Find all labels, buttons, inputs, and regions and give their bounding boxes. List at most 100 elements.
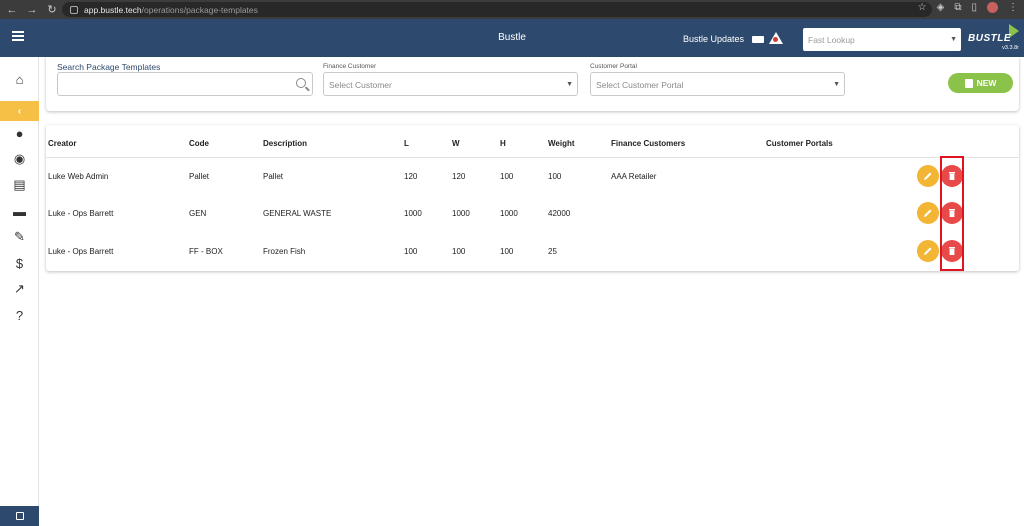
cell-weight: 100 bbox=[548, 172, 562, 181]
cell-creator: Luke - Ops Barrett bbox=[48, 209, 114, 218]
sidebar-item-users[interactable]: ● bbox=[0, 122, 39, 144]
sidebar: ⌂ ‹ ● ◉ ▤ ▬ ✎ $ ↗ ? bbox=[0, 57, 39, 526]
help-icon: ? bbox=[15, 307, 24, 323]
reload-icon[interactable]: ↻ bbox=[46, 3, 58, 16]
search-label: Search Package Templates bbox=[57, 62, 161, 72]
chevron-down-icon[interactable]: ▼ bbox=[950, 36, 957, 43]
cell-h: 1000 bbox=[500, 209, 518, 218]
customer-portal-label: Customer Portal bbox=[590, 63, 637, 70]
cell-l: 1000 bbox=[404, 209, 422, 218]
cell-finance-customers: AAA Retailer bbox=[611, 172, 657, 181]
user-icon: ● bbox=[15, 125, 24, 141]
cell-description: GENERAL WASTE bbox=[263, 209, 332, 218]
sidebar-item-tools[interactable]: ✎ bbox=[0, 226, 39, 248]
updates-label: Bustle Updates bbox=[683, 34, 745, 44]
logo-text: BUSTLE bbox=[968, 33, 1011, 44]
column-header-finance-customers[interactable]: Finance Customers bbox=[611, 139, 685, 148]
new-button-label: NEW bbox=[976, 78, 997, 88]
url-host: app.bustle.tech bbox=[84, 4, 142, 15]
finance-customer-label: Finance Customer bbox=[323, 63, 377, 70]
app-header: Bustle Bustle Updates Fast Lookup ▼ BUST… bbox=[0, 19, 1024, 57]
cell-description: Frozen Fish bbox=[263, 247, 306, 256]
sidebar-collapse-button[interactable]: ‹ bbox=[0, 101, 39, 121]
sidebar-item-reports[interactable]: ↗ bbox=[0, 278, 39, 300]
search-input[interactable] bbox=[57, 72, 313, 96]
alert-badge bbox=[773, 37, 778, 42]
cell-w: 120 bbox=[452, 172, 466, 181]
collapse-chevron-icon: ‹ bbox=[17, 105, 22, 117]
cell-h: 100 bbox=[500, 247, 514, 256]
cell-weight: 42000 bbox=[548, 209, 571, 218]
delete-column-highlight bbox=[940, 156, 964, 271]
browser-chrome: ← → ↻ app.bustle.tech/operations/package… bbox=[0, 0, 1024, 19]
cell-creator: Luke Web Admin bbox=[48, 172, 109, 181]
pencil-icon bbox=[924, 247, 932, 255]
document-icon bbox=[964, 78, 973, 88]
url-path: /operations/package-templates bbox=[141, 4, 258, 15]
table-row[interactable]: Luke - Ops Barrett GEN GENERAL WASTE 100… bbox=[46, 195, 1019, 233]
sidebar-item-accommodation[interactable]: ▬ bbox=[0, 200, 39, 222]
column-header-weight[interactable]: Weight bbox=[548, 139, 575, 148]
cell-description: Pallet bbox=[263, 172, 284, 181]
customer-portal-placeholder: Select Customer Portal bbox=[596, 80, 684, 90]
finance-customer-placeholder: Select Customer bbox=[329, 80, 392, 90]
edit-button[interactable] bbox=[917, 240, 939, 262]
sidebar-toggle-icon[interactable]: ▯ bbox=[971, 2, 977, 13]
lookup-placeholder: Fast Lookup bbox=[808, 35, 855, 45]
chevron-down-icon: ▼ bbox=[833, 81, 840, 88]
filter-panel: Search Package Templates Finance Custome… bbox=[46, 57, 1019, 111]
app-version: v3.3.8r bbox=[1002, 45, 1019, 51]
sidebar-item-finance[interactable]: $ bbox=[0, 252, 39, 274]
sidebar-logout-button[interactable] bbox=[0, 506, 39, 526]
bookmark-star-icon[interactable]: ☆ bbox=[918, 2, 927, 13]
wrench-icon: ✎ bbox=[14, 229, 25, 244]
column-header-creator[interactable]: Creator bbox=[48, 139, 76, 148]
list-icon: ▤ bbox=[13, 177, 26, 192]
cell-code: GEN bbox=[189, 209, 207, 218]
table-row[interactable]: Luke Web Admin Pallet Pallet 120 120 100… bbox=[46, 158, 1019, 196]
column-header-description[interactable]: Description bbox=[263, 139, 307, 148]
sidebar-item-list[interactable]: ▤ bbox=[0, 174, 39, 196]
chart-icon: ↗ bbox=[14, 281, 25, 296]
cell-code: FF - BOX bbox=[189, 247, 223, 256]
customer-portal-select[interactable]: Select Customer Portal ▼ bbox=[590, 72, 845, 96]
column-header-customer-portals[interactable]: Customer Portals bbox=[766, 139, 833, 148]
sidebar-item-home[interactable]: ⌂ bbox=[0, 68, 39, 90]
bed-icon: ▬ bbox=[13, 203, 26, 219]
sidebar-item-help[interactable]: ? bbox=[0, 304, 39, 326]
cell-w: 100 bbox=[452, 247, 466, 256]
home-icon: ⌂ bbox=[15, 71, 24, 87]
column-header-l[interactable]: L bbox=[404, 139, 409, 148]
table-row[interactable]: Luke - Ops Barrett FF - BOX Frozen Fish … bbox=[46, 233, 1019, 271]
browser-actions: ☆ ◈ ⧉ ▯ ⋮ bbox=[918, 2, 1018, 13]
cell-weight: 25 bbox=[548, 247, 557, 256]
dollar-icon: $ bbox=[15, 255, 24, 271]
fast-lookup-input[interactable]: Fast Lookup ▼ bbox=[803, 28, 961, 51]
column-header-code[interactable]: Code bbox=[189, 139, 209, 148]
extension-icon[interactable]: ◈ bbox=[937, 2, 945, 13]
forward-icon[interactable]: → bbox=[26, 4, 38, 16]
back-icon[interactable]: ← bbox=[6, 4, 18, 16]
site-info-icon[interactable] bbox=[70, 5, 78, 14]
cell-creator: Luke - Ops Barrett bbox=[48, 247, 114, 256]
cell-h: 100 bbox=[500, 172, 514, 181]
pencil-icon bbox=[924, 172, 932, 180]
column-header-w[interactable]: W bbox=[452, 139, 460, 148]
new-template-button[interactable]: NEW bbox=[948, 73, 1013, 93]
pencil-icon bbox=[924, 209, 932, 217]
cell-w: 1000 bbox=[452, 209, 470, 218]
sidebar-item-packages[interactable]: ◉ bbox=[0, 148, 39, 170]
bustle-logo: BUSTLE v3.3.8r bbox=[966, 24, 1021, 54]
column-header-h[interactable]: H bbox=[500, 139, 506, 148]
logout-icon bbox=[15, 512, 24, 520]
profile-avatar[interactable] bbox=[987, 2, 998, 13]
kebab-menu-icon[interactable]: ⋮ bbox=[1008, 2, 1018, 13]
address-bar[interactable]: app.bustle.tech/operations/package-templ… bbox=[62, 2, 932, 17]
puzzle-icon[interactable]: ⧉ bbox=[954, 2, 961, 13]
edit-button[interactable] bbox=[917, 202, 939, 224]
search-icon[interactable] bbox=[296, 78, 306, 88]
finance-customer-select[interactable]: Select Customer ▼ bbox=[323, 72, 578, 96]
browser-nav: ← → ↻ bbox=[0, 3, 60, 17]
edit-button[interactable] bbox=[917, 165, 939, 187]
bustle-updates-link[interactable]: Bustle Updates bbox=[683, 34, 765, 44]
